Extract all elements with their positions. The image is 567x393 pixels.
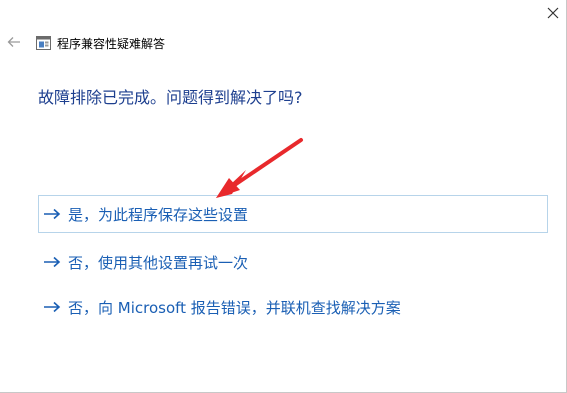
option-report-to-microsoft[interactable]: 否，向 Microsoft 报告错误，并联机查找解决方案 — [38, 288, 548, 326]
option-save-settings[interactable]: 是，为此程序保存这些设置 — [38, 195, 548, 233]
option-label: 是，为此程序保存这些设置 — [68, 205, 249, 224]
option-label: 否，使用其他设置再试一次 — [68, 253, 249, 272]
option-try-other-settings[interactable]: 否，使用其他设置再试一次 — [38, 243, 548, 281]
close-icon — [547, 7, 559, 19]
back-arrow-icon — [7, 37, 20, 47]
window-title: 程序兼容性疑难解答 — [57, 36, 166, 51]
back-button[interactable] — [6, 34, 22, 50]
compatibility-troubleshooter-icon — [36, 36, 51, 50]
option-label: 否，向 Microsoft 报告错误，并联机查找解决方案 — [68, 298, 401, 317]
window-title-bar: 程序兼容性疑难解答 — [36, 34, 165, 52]
close-button[interactable] — [544, 4, 562, 22]
right-arrow-icon — [44, 301, 61, 313]
page-heading: 故障排除已完成。问题得到解决了吗? — [38, 88, 303, 107]
right-arrow-icon — [44, 256, 61, 268]
troubleshooter-window: 程序兼容性疑难解答 故障排除已完成。问题得到解决了吗? 是，为此程序保存这些设置… — [0, 0, 567, 393]
right-arrow-icon — [44, 208, 61, 220]
